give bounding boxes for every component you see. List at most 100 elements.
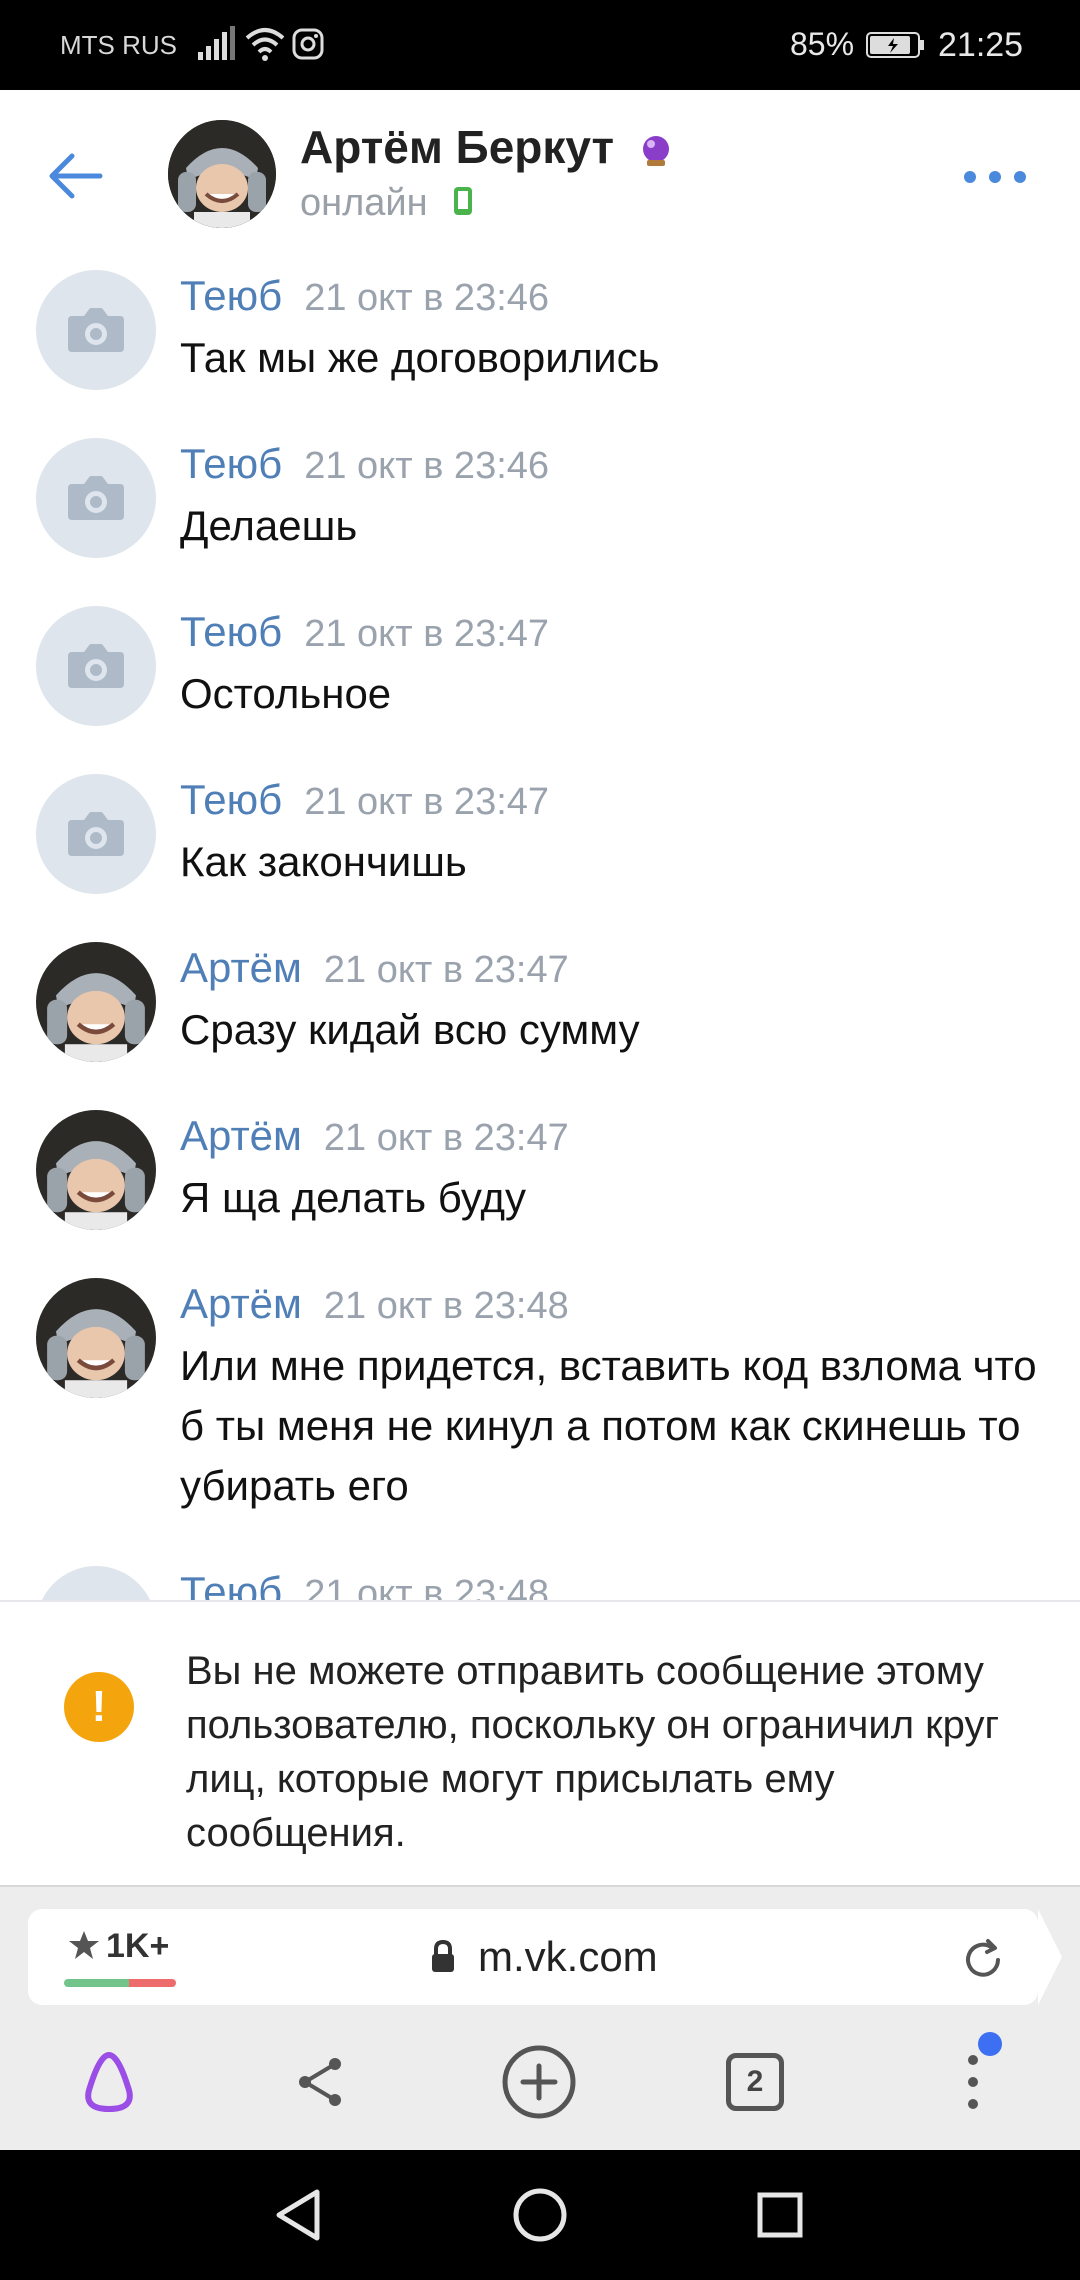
message-item: Теюб 21 окт в 23:47 Остольное — [0, 596, 1080, 756]
message-time: 21 окт в 23:46 — [304, 445, 550, 487]
message-item: Теюб 21 окт в 23:48 — [0, 1556, 1080, 1600]
message-time: 21 окт в 23:47 — [304, 613, 550, 655]
message-item: Теюб 21 окт в 23:46 Так мы же договорилис… — [0, 260, 1080, 420]
message-author[interactable]: Теюб 21 окт в 23:47 — [180, 776, 549, 824]
phone-icon — [454, 187, 473, 215]
avatar[interactable] — [36, 438, 156, 558]
message-item: Артём 21 окт в 23:47 Я ща делать буду — [0, 1100, 1080, 1260]
camera-icon — [68, 812, 124, 856]
message-text: Или мне придется, вставить код взлома чт… — [180, 1342, 1037, 1509]
message-time: 21 окт в 23:47 — [323, 949, 569, 991]
message-time: 21 окт в 23:46 — [304, 277, 550, 319]
plus-circle-icon — [502, 2045, 576, 2119]
notice-text: Вы не можете отправить сообщение этому п… — [186, 1649, 1000, 1855]
avatar[interactable] — [36, 270, 156, 390]
message-time: 21 окт в 23:47 — [323, 1117, 569, 1159]
lock-icon — [432, 1939, 454, 1972]
message-author-name: Артём — [180, 944, 302, 991]
battery-icon — [866, 32, 924, 58]
instagram-icon — [292, 28, 324, 60]
message-time: 21 окт в 23:48 — [304, 1573, 550, 1600]
message-author[interactable]: Теюб 21 окт в 23:46 — [180, 272, 549, 320]
avatar[interactable] — [36, 774, 156, 894]
avatar[interactable] — [36, 1110, 156, 1230]
message-author-name: Артём — [180, 1112, 302, 1159]
nav-home-button[interactable] — [500, 2180, 580, 2250]
avatar[interactable] — [36, 1278, 156, 1398]
more-dots-icon[interactable] — [960, 162, 1030, 192]
url-text: m.vk.com — [478, 1933, 658, 1980]
menu-button[interactable] — [928, 2037, 1018, 2127]
message-item: Артём 21 окт в 23:48 Или мне придется, вс… — [0, 1268, 1080, 1548]
site-rating[interactable]: 1K+ — [68, 1927, 169, 1966]
message-author-name: Артём — [180, 1280, 302, 1327]
alice-icon — [85, 2051, 133, 2113]
tabs-button[interactable]: 2 — [710, 2037, 800, 2127]
wifi-icon — [245, 28, 285, 61]
contact-name[interactable]: Артём Беркут — [300, 120, 673, 174]
avatar[interactable] — [36, 1566, 156, 1600]
message-author[interactable]: Теюб 21 окт в 23:47 — [180, 608, 549, 656]
avatar[interactable] — [36, 606, 156, 726]
nav-back-button[interactable] — [258, 2180, 338, 2250]
browser-toolbar: 2 — [0, 2027, 1080, 2152]
message-text: Я ща делать буду — [180, 1174, 527, 1221]
circle-home-icon — [513, 2188, 567, 2242]
message-item: Теюб 21 окт в 23:47 Как закончишь — [0, 764, 1080, 924]
online-status-text: онлайн — [300, 182, 428, 224]
user-photo — [36, 942, 156, 1062]
message-author-name: Теюб — [180, 1568, 283, 1600]
carrier-label: MTS RUS — [60, 30, 177, 60]
message-text: Так мы же договорились — [180, 334, 660, 381]
contact-avatar[interactable] — [168, 120, 276, 228]
message-author[interactable]: Теюб 21 окт в 23:46 — [180, 440, 549, 488]
camera-icon — [68, 476, 124, 520]
contact-photo — [168, 120, 276, 228]
message-author-name: Теюб — [180, 776, 283, 823]
alice-button[interactable] — [64, 2037, 154, 2127]
share-button[interactable] — [276, 2037, 366, 2127]
back-arrow-icon[interactable] — [40, 140, 112, 212]
user-photo — [36, 1110, 156, 1230]
message-item: Теюб 21 окт в 23:46 Делаешь — [0, 428, 1080, 588]
message-author[interactable]: Артём 21 окт в 23:47 — [180, 944, 569, 992]
avatar[interactable] — [36, 942, 156, 1062]
signal-icon — [198, 26, 235, 60]
camera-icon — [68, 644, 124, 688]
message-text: Как закончишь — [180, 838, 467, 885]
message-time: 21 окт в 23:47 — [304, 781, 550, 823]
battery-percent: 85% — [790, 26, 855, 62]
notification-dot — [978, 2032, 1002, 2056]
triangle-back-icon — [276, 2189, 320, 2241]
url-bar[interactable]: 1K+ m.vk.com — [28, 1909, 1062, 2005]
nav-recents-button[interactable] — [740, 2180, 820, 2250]
message-author[interactable]: Теюб 21 окт в 23:48 — [180, 1568, 549, 1600]
kebab-menu-icon — [968, 2055, 978, 2109]
contact-name-text: Артём Беркут — [300, 121, 615, 173]
message-item: Артём 21 окт в 23:47 Сразу кидай всю сумм… — [0, 932, 1080, 1092]
message-text: Делаешь — [180, 502, 358, 549]
screen: MTS RUS 85% 21:25 Артём Беркут онлайн Те… — [0, 0, 1080, 2280]
browser-bar: 1K+ m.vk.com 2 — [0, 1885, 1080, 2150]
user-photo — [36, 1278, 156, 1398]
camera-icon — [68, 308, 124, 352]
tabs-count: 2 — [726, 2053, 784, 2111]
message-time: 21 окт в 23:48 — [323, 1285, 569, 1327]
reload-icon[interactable] — [958, 1935, 1008, 1985]
message-author-name: Теюб — [180, 440, 283, 487]
rating-value: 1K+ — [106, 1927, 170, 1965]
rating-bar — [64, 1979, 176, 1987]
message-author[interactable]: Артём 21 окт в 23:48 — [180, 1280, 569, 1328]
crystal-ball-icon — [642, 135, 669, 166]
online-status: онлайн — [300, 182, 474, 225]
square-recents-icon — [757, 2192, 803, 2238]
message-list[interactable]: Теюб 21 окт в 23:46 Так мы же договорилис… — [0, 250, 1080, 1600]
warning-icon: ! — [64, 1672, 134, 1742]
android-nav-bar — [0, 2150, 1080, 2280]
new-tab-button[interactable] — [494, 2037, 584, 2127]
chat-header: Артём Беркут онлайн — [0, 90, 1080, 250]
clock: 21:25 — [938, 26, 1024, 64]
status-bar: MTS RUS 85% 21:25 — [0, 0, 1080, 90]
blocked-notice: ! Вы не можете отправить сообщение этому… — [0, 1600, 1080, 1885]
message-author[interactable]: Артём 21 окт в 23:47 — [180, 1112, 569, 1160]
